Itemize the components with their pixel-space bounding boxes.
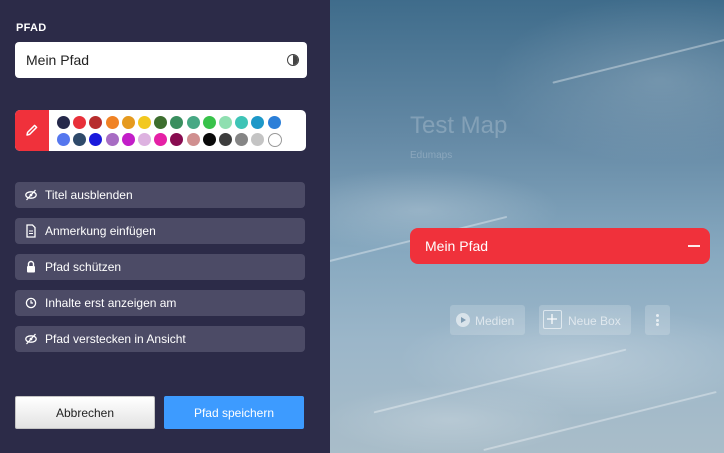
option-add-note[interactable]: Anmerkung einfügen [15,218,305,244]
contrast-icon[interactable] [287,54,299,66]
color-swatch[interactable] [105,133,119,146]
color-swatch[interactable] [138,133,151,146]
option-label: Pfad verstecken in Ansicht [45,332,186,346]
color-swatch[interactable] [170,116,184,129]
map-subtitle: Edumaps [410,150,453,161]
path-name-field[interactable] [15,42,307,78]
color-swatch[interactable] [154,133,168,146]
eye-slash-icon [25,189,37,201]
path-card-label: Mein Pfad [425,238,489,254]
color-swatch[interactable] [121,116,135,129]
color-swatch[interactable] [267,116,281,129]
color-swatch[interactable] [235,133,249,146]
color-swatch[interactable] [170,133,184,146]
media-label: Medien [475,314,515,328]
color-swatch[interactable] [219,133,232,146]
option-label: Titel ausblenden [45,188,133,202]
color-swatch[interactable] [121,133,135,146]
color-swatch[interactable] [154,116,168,129]
new-box-button[interactable]: Neue Box [539,305,631,335]
color-swatch[interactable] [57,133,70,146]
color-swatch[interactable] [202,116,216,129]
pencil-icon [26,124,38,136]
document-icon [26,224,36,238]
more-options-button[interactable] [645,305,670,335]
color-swatch[interactable] [202,133,216,146]
lock-icon [27,260,35,273]
panel-title: PFAD [16,22,47,34]
color-swatch[interactable] [186,133,200,146]
path-name-input[interactable] [15,42,277,78]
cloud-streak [552,38,724,84]
color-swatch[interactable] [251,133,265,146]
cancel-button[interactable]: Abbrechen [15,396,155,429]
option-hide-in-view[interactable]: Pfad verstecken in Ansicht [15,326,305,352]
path-card[interactable]: Mein Pfad [410,228,710,264]
color-swatch[interactable] [57,116,70,129]
color-swatch[interactable] [73,133,87,146]
color-swatch[interactable] [267,133,282,147]
option-label: Anmerkung einfügen [45,224,156,238]
option-label: Inhalte erst anzeigen am [45,296,177,310]
color-swatch[interactable] [89,116,103,129]
map-canvas: Test Map Edumaps Mein Pfad Medien Neue B… [330,0,724,453]
pencil-button[interactable] [15,110,49,151]
color-swatch[interactable] [235,116,249,129]
new-box-label: Neue Box [568,314,621,328]
color-swatch[interactable] [251,116,265,129]
option-protect-path[interactable]: Pfad schützen [15,254,305,280]
color-swatch[interactable] [89,133,103,146]
cloud-streak [483,390,717,452]
map-title: Test Map [410,112,508,139]
path-menu-icon[interactable] [688,245,700,248]
eye-slash-icon [25,333,37,345]
color-swatch[interactable] [105,116,119,129]
color-swatch[interactable] [186,116,200,129]
save-path-button[interactable]: Pfad speichern [164,396,304,429]
option-hide-title[interactable]: Titel ausblenden [15,182,305,208]
color-swatch[interactable] [138,116,151,129]
color-picker [15,110,306,151]
option-label: Pfad schützen [45,260,122,274]
play-icon [456,313,470,327]
path-editor-panel: PFAD Titel ausblenden Anmerkung einfügen [0,0,330,453]
color-swatch[interactable] [219,116,232,129]
option-schedule-content[interactable]: Inhalte erst anzeigen am [15,290,305,316]
color-swatch[interactable] [73,116,87,129]
plus-box-icon [543,310,562,329]
clock-icon [25,297,37,309]
media-button[interactable]: Medien [450,305,525,335]
cloud-streak [373,348,627,414]
kebab-icon [656,314,659,326]
